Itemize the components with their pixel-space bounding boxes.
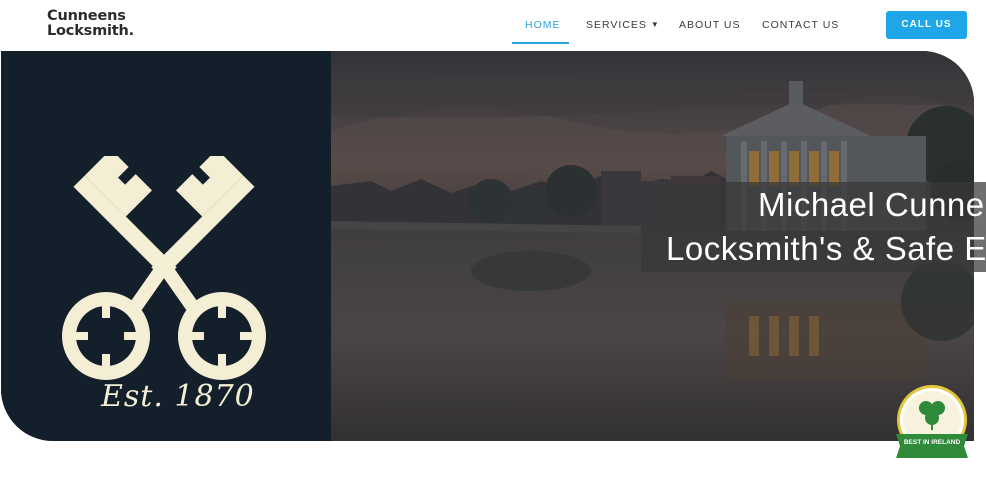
nav-item-home[interactable]: HOME (525, 19, 561, 31)
best-in-ireland-badge[interactable]: BEST IN IRELAND (894, 384, 970, 460)
chevron-down-icon: ▼ (650, 20, 660, 29)
nav-item-contact[interactable]: CONTACT US (762, 19, 839, 31)
hero-title-line-2: Locksmith's & Safe E (666, 230, 986, 267)
nav-item-about[interactable]: ABOUT US (679, 19, 740, 31)
logo-line-1: Cunneens (47, 8, 126, 24)
badge-label: BEST IN IRELAND (904, 439, 961, 446)
nav-item-services-label: SERVICES (586, 19, 647, 31)
hero-brand-panel: Est. 1870 (1, 51, 331, 441)
site-logo[interactable]: Cunneens Locksmith. (47, 9, 134, 39)
site-header: Cunneens Locksmith. HOME SERVICES ▼ ABOUT… (0, 0, 986, 51)
hero-title-line-1: Michael Cunne (758, 186, 985, 223)
established-text: Est. 1870 (101, 379, 255, 414)
nav-item-services[interactable]: SERVICES ▼ (586, 19, 660, 31)
crossed-keys-icon (62, 156, 266, 380)
logo-line-2: Locksmith. (47, 23, 134, 39)
nav-active-indicator (512, 42, 569, 44)
call-us-button[interactable]: CALL US (886, 11, 967, 39)
